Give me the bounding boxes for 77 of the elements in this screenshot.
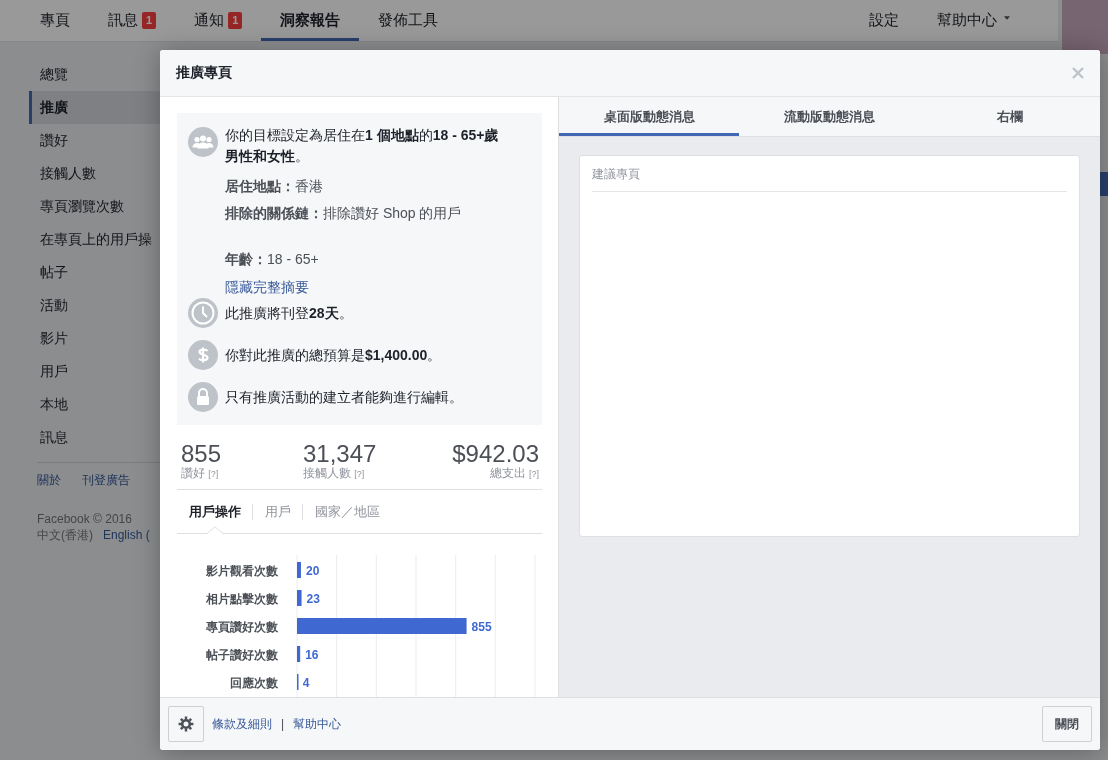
value-label: 20 (305, 563, 320, 578)
summary-fact: 你對此推廣的總預算是$1,400.00。 (225, 346, 442, 365)
sidebar-item[interactable]: 讚好 (29, 124, 160, 157)
detail-line: 年齡：18 - 65+ (225, 250, 319, 269)
header-bar (1100, 172, 1108, 196)
terms-link[interactable]: 條款及細則 (212, 715, 272, 733)
sidebar-item[interactable]: 接觸人數 (29, 157, 160, 190)
notification-badge: 1 (142, 12, 157, 29)
nav-tab[interactable]: 發佈工具 (359, 0, 458, 41)
category-label: 專頁讚好次數 (206, 619, 278, 634)
bar (297, 590, 302, 606)
detail-line: 居住地點：香港 (225, 177, 323, 196)
bar (297, 646, 301, 662)
detail-line: 排除的關係鏈：排除讚好 Shop 的用戶 (225, 204, 462, 223)
stat-label: 讚好 (181, 466, 205, 480)
hide-summary-link[interactable]: 隱藏完整摘要 (225, 276, 309, 298)
help-center-link[interactable]: 幫助中心 (293, 715, 342, 733)
stat-label: 總支出 (489, 466, 526, 480)
breakdown-tab[interactable]: 國家／地區 (303, 490, 392, 533)
value-label: 4 (302, 675, 310, 690)
sidebar-item[interactable]: 專頁瀏覽次數 (29, 190, 160, 223)
bar (297, 562, 301, 578)
sidebar-item[interactable]: 用戶 (29, 355, 160, 388)
lock-icon (188, 382, 218, 412)
notification-badge: 1 (228, 12, 243, 29)
sidebar-item[interactable]: 訊息 (29, 421, 160, 454)
nav-link[interactable]: 設定 (850, 0, 918, 41)
stat-value: $942.03 (451, 441, 539, 467)
audience-summary: 你的目標設定為居住在1 個地點的18 - 65+歲男性和女性。 (225, 126, 500, 166)
photo-placeholder (1062, 0, 1108, 54)
nav-tab[interactable]: 訊息 1 (89, 0, 176, 41)
preview-tab[interactable]: 桌面版動態消息 (559, 97, 740, 136)
settings-button[interactable] (168, 706, 204, 742)
stat-value: 855 (181, 441, 223, 467)
stat-value: 31,347 (303, 441, 378, 467)
category-label: 影片觀看次數 (206, 563, 278, 578)
value-label: 16 (305, 647, 319, 662)
nav-tab[interactable]: 專頁 (21, 0, 89, 41)
summary-fact: 此推廣將刊登28天。 (225, 304, 353, 323)
help-link[interactable]: [?] (529, 469, 539, 479)
breakdown-tab[interactable]: 用戶 (253, 490, 303, 533)
footer-link[interactable]: 刊登廣告 (82, 472, 130, 488)
sidebar-item[interactable]: 影片 (29, 322, 160, 355)
language-link[interactable]: 中文(香港) (37, 527, 93, 543)
category-label: 回應次數 (230, 675, 278, 690)
nav-link[interactable]: 幫助中心 (918, 0, 1029, 41)
settings-icon (178, 716, 194, 732)
breakdown-tab[interactable]: 用戶操作 (177, 490, 253, 533)
card-title: 建議專頁 (592, 156, 1067, 192)
summary-fact: 只有推廣活動的建立者能夠進行編輯。 (225, 388, 463, 407)
help-link[interactable]: [?] (354, 469, 365, 479)
sidebar-item[interactable]: 總覽 (29, 58, 160, 91)
people-icon (188, 127, 218, 157)
footer-link[interactable]: 關於 (37, 472, 61, 488)
sidebar-item[interactable]: 帖子 (29, 256, 160, 289)
modal-title: 推廣專頁 (176, 64, 232, 82)
language-link[interactable]: English ( (103, 527, 150, 543)
sidebar-item[interactable]: 在專頁上的用戶操 (29, 223, 160, 256)
value-label: 855 (471, 619, 492, 634)
close-button[interactable]: 關閉 (1042, 706, 1092, 742)
caret-icon (1004, 16, 1010, 20)
sidebar-item[interactable]: 本地 (29, 388, 160, 421)
preview-tab[interactable]: 右欄 (919, 97, 1100, 136)
sidebar-item[interactable]: 推廣 (29, 91, 160, 124)
clock-icon (188, 298, 218, 328)
dollar-icon (188, 340, 218, 370)
value-label: 23 (306, 591, 320, 606)
nav-tab[interactable]: 通知 1 (175, 0, 262, 41)
category-label: 帖子讚好次數 (206, 647, 278, 662)
link-separator: | (281, 717, 285, 731)
copyright-text: Facebook © 2016 (37, 512, 132, 526)
help-link[interactable]: [?] (208, 469, 219, 479)
sidebar-item[interactable]: 活動 (29, 289, 160, 322)
preview-tab[interactable]: 流動版動態消息 (739, 97, 920, 136)
nav-tab[interactable]: 洞察報告 (261, 0, 360, 41)
category-label: 相片點擊次數 (206, 591, 278, 606)
stat-label: 接觸人數 (303, 466, 351, 480)
